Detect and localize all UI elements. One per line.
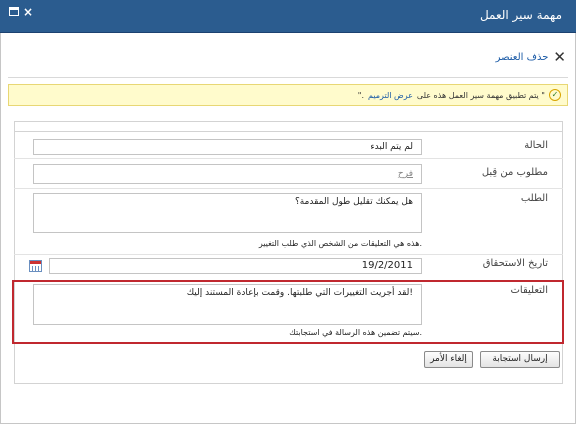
row-divider <box>14 158 563 159</box>
status-suffix: ". <box>357 90 364 100</box>
delete-x-icon: ✕ <box>553 48 566 66</box>
comments-label: التعليقات <box>510 285 548 296</box>
window-titlebar: × مهمة سير العمل <box>0 0 576 33</box>
status-link[interactable]: عرض الترميم <box>368 91 413 100</box>
request-field[interactable]: هل يمكنك تقليل طول المقدمة؟ <box>33 193 422 233</box>
send-response-button[interactable]: إرسال استجابة <box>480 351 560 368</box>
delete-item-button[interactable]: ✕ حذف العنصر <box>496 49 566 65</box>
requested-from-label: مطلوب من قِبل <box>481 167 548 178</box>
row-divider <box>14 188 563 189</box>
calendar-icon[interactable] <box>29 260 42 272</box>
delete-item-label: حذف العنصر <box>495 51 549 63</box>
close-icon[interactable]: × <box>22 6 34 18</box>
comments-field[interactable]: لقد أجريت التغييرات التي طلبتها. وقمت بإ… <box>33 284 422 325</box>
requested-from-field[interactable]: فرح <box>33 164 422 184</box>
cancel-button[interactable]: إلغاء الأمر <box>424 351 473 368</box>
maximize-icon[interactable] <box>8 6 20 18</box>
window-title: مهمة سير العمل <box>479 8 562 22</box>
status-field[interactable]: لم يتم البدء <box>33 139 422 155</box>
due-date-field[interactable]: 19/2/2011 <box>49 258 422 274</box>
status-prefix: يتم تطبيق مهمة سير العمل هذه على " <box>416 90 545 100</box>
request-hint: هذه هي التعليقات من الشخص الذي طلب التغي… <box>258 239 422 248</box>
request-label: الطلب <box>520 193 548 204</box>
comments-hint: سيتم تضمين هذه الرسالة في استجابتك. <box>289 328 422 337</box>
ribbon-divider <box>8 77 568 78</box>
task-form <box>14 121 563 384</box>
status-check-icon: ✓ <box>549 89 561 101</box>
row-divider <box>14 254 563 255</box>
form-top-strip <box>15 122 562 132</box>
status-bar: ✓ يتم تطبيق مهمة سير العمل هذه على " عرض… <box>8 84 568 106</box>
due-date-label: تاريخ الاستحقاق <box>482 258 548 269</box>
status-label: الحالة <box>524 140 548 151</box>
